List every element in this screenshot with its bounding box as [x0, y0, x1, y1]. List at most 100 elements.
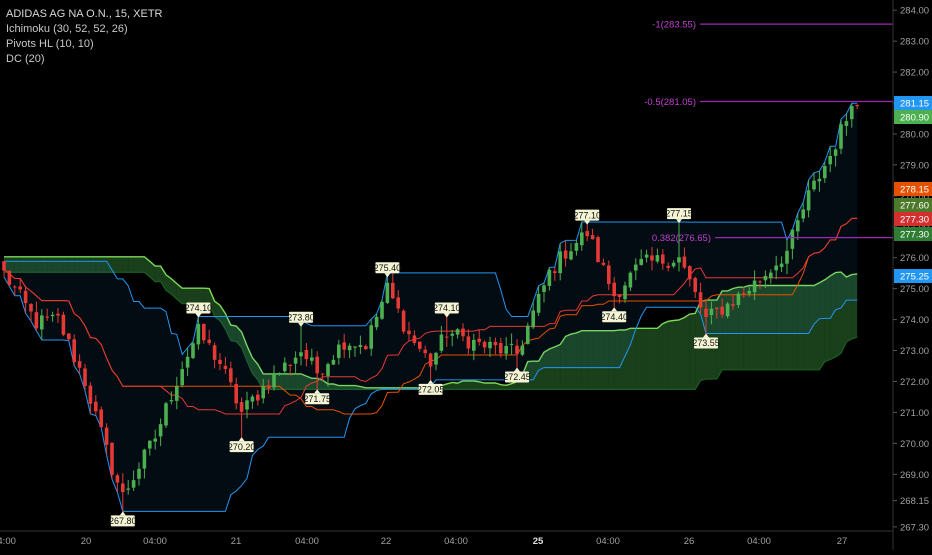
candle-body	[212, 345, 217, 360]
cloud-segment	[490, 383, 496, 390]
candle-body	[374, 316, 379, 328]
candle-body	[169, 400, 174, 402]
pivot-label: 271.75	[303, 394, 331, 404]
candle-body	[725, 303, 730, 317]
chart-root: -1(283.55) -0.5(281.05) 0.382(276.65) 267.…	[0, 0, 932, 550]
price-tick-label: 274.00	[900, 315, 929, 326]
candle-body	[520, 345, 525, 355]
pivot-label: 277.10	[573, 210, 601, 220]
price-tick-label: 273.00	[900, 346, 929, 357]
candle-body	[720, 306, 724, 315]
candle-body	[547, 269, 552, 286]
cloud-segment	[463, 380, 469, 390]
cloud-segment	[198, 288, 204, 304]
time-tick-label: 04:00	[143, 536, 167, 547]
candle-body	[353, 346, 357, 348]
candle-body	[434, 352, 438, 365]
candle-body	[266, 385, 271, 389]
legend-donchian[interactable]: DC (20)	[6, 52, 163, 67]
candle-body	[752, 280, 757, 293]
candle-body	[94, 401, 98, 412]
candle-body	[331, 359, 336, 365]
candle-body	[142, 449, 147, 469]
candle-body	[110, 442, 114, 475]
cloud-segment	[193, 288, 199, 304]
candle-body	[515, 345, 519, 354]
candle-body	[769, 272, 773, 279]
cloud-segment	[673, 319, 679, 390]
candle-body	[596, 237, 600, 263]
price-chart[interactable]: -1(283.55) -0.5(281.05) 0.382(276.65) 267.…	[0, 0, 932, 550]
cloud-segment	[139, 256, 145, 273]
candle-body	[272, 373, 276, 388]
candle-body	[418, 341, 422, 349]
candle-body	[250, 396, 255, 402]
candle-body	[482, 341, 487, 348]
candle-body	[29, 304, 33, 312]
candle-body	[585, 231, 589, 237]
candle-body	[628, 272, 633, 288]
candle-body	[682, 256, 687, 268]
candle-body	[310, 357, 314, 361]
legend-ichimoku[interactable]: Ichimoku (30, 52, 52, 26)	[6, 22, 163, 37]
candle-body	[688, 266, 692, 280]
candle-body	[698, 292, 703, 308]
candle-body	[542, 285, 546, 292]
candle-body	[315, 356, 319, 374]
candle-body	[396, 297, 400, 309]
cloud-segment	[668, 320, 674, 390]
candle-body	[283, 362, 287, 372]
candle-body	[72, 339, 76, 362]
candle-body	[612, 282, 616, 297]
candle-body	[850, 106, 854, 120]
candle-body	[83, 368, 87, 387]
candle-body	[639, 258, 643, 265]
candle-body	[77, 361, 82, 368]
candle-body	[439, 334, 444, 351]
candle-body	[180, 369, 184, 386]
candle-body	[671, 262, 676, 267]
price-tick-label: 267.30	[900, 522, 929, 533]
candle-body	[574, 243, 579, 251]
candle-body	[617, 294, 622, 298]
chart-legend: ADIDAS AG NA O.N., 15, XETR Ichimoku (30…	[6, 7, 163, 67]
candle-body	[245, 400, 249, 410]
candle-body	[326, 364, 330, 376]
candle-body	[693, 277, 697, 292]
candle-body	[472, 339, 476, 351]
candle-body	[234, 384, 238, 404]
time-tick-label: 04:00	[295, 536, 319, 547]
legend-pivots[interactable]: Pivots HL (10, 10)	[6, 37, 163, 52]
candle-body	[839, 124, 843, 149]
pivot-label: 274.40	[600, 312, 628, 322]
price-tick-label: 283.00	[900, 37, 929, 48]
candle-body	[115, 475, 120, 483]
candle-body	[731, 304, 735, 306]
candle-body	[342, 342, 346, 350]
candle-body	[337, 344, 341, 358]
candle-body	[779, 263, 784, 268]
candle-body	[828, 155, 832, 165]
candle-body	[13, 286, 17, 288]
cloud-segment	[689, 313, 696, 390]
cloud-segment	[641, 328, 647, 390]
cloud-segment	[187, 288, 193, 304]
pivot-label: 273.55	[692, 338, 720, 348]
pivot-label: 275.40	[374, 263, 402, 273]
candle-body	[833, 149, 838, 156]
candle-body	[763, 275, 768, 281]
candle-body	[445, 336, 449, 338]
candle-body	[812, 180, 816, 190]
candle-body	[526, 325, 530, 344]
candle-body	[806, 190, 811, 211]
candle-body	[229, 368, 233, 383]
cloud-segment	[128, 256, 134, 273]
price-tag-label: 278.15	[900, 185, 929, 196]
pivot-label: 274.10	[433, 303, 461, 313]
candle-body	[288, 364, 292, 366]
price-tag-label: 277.60	[900, 201, 929, 212]
candle-body	[758, 281, 762, 283]
candle-body	[2, 261, 6, 271]
candle-body	[623, 285, 627, 300]
candle-body	[655, 255, 660, 262]
